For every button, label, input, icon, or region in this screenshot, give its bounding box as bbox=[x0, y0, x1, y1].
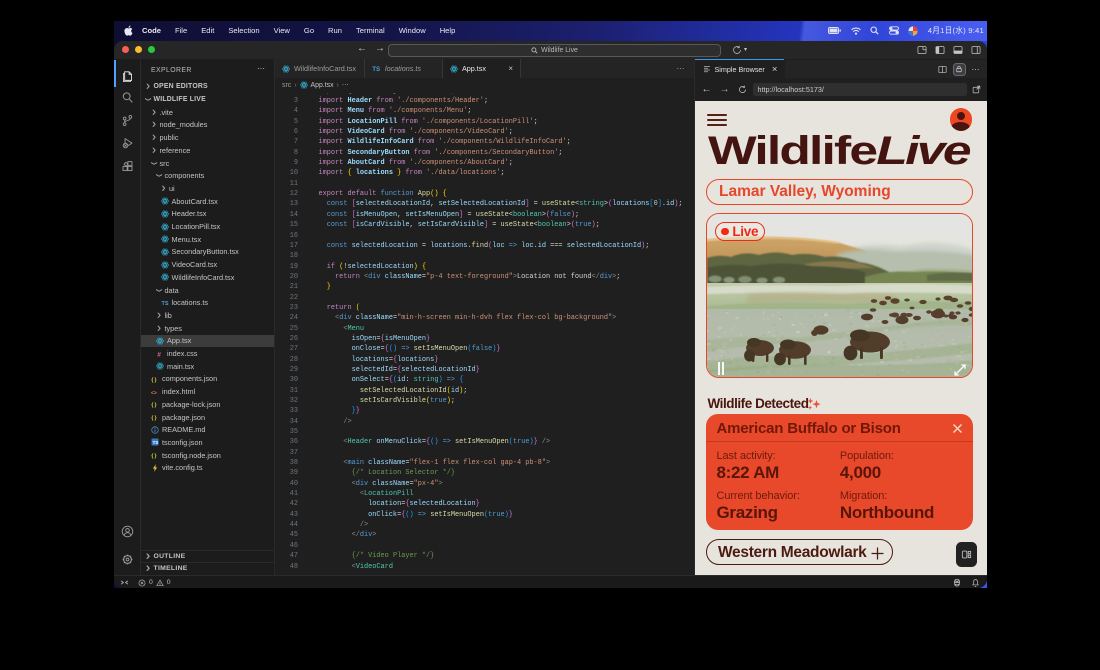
svg-text:{ }: { } bbox=[151, 403, 157, 409]
svg-text:<>: <> bbox=[151, 390, 157, 396]
svg-text:TS: TS bbox=[372, 66, 380, 73]
svg-text:{ }: { } bbox=[151, 377, 157, 383]
svg-text:{ }: { } bbox=[151, 453, 157, 459]
svg-text:#: # bbox=[157, 351, 161, 358]
svg-text:{ }: { } bbox=[151, 415, 157, 421]
svg-text:TS: TS bbox=[153, 441, 159, 446]
svg-text:TS: TS bbox=[161, 301, 168, 307]
